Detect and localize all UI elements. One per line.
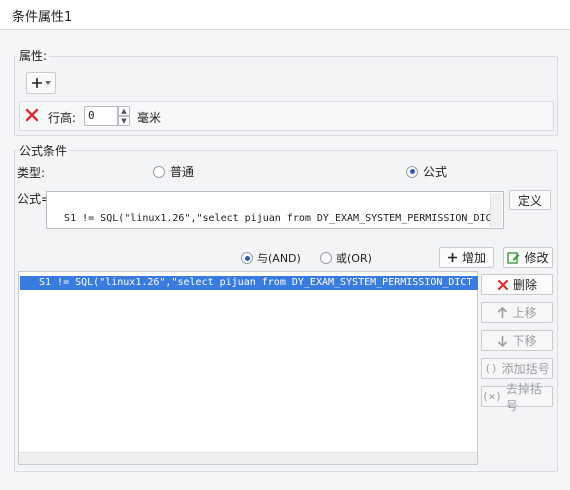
add-bracket-button[interactable]: () 添加括号	[481, 358, 553, 379]
formula-scrollbar[interactable]	[490, 193, 502, 227]
radio-and[interactable]	[241, 252, 253, 264]
move-down-button[interactable]: 下移	[481, 330, 553, 351]
formula-editor[interactable]: S1 != SQL("linux1.26","select pijuan fro…	[46, 191, 504, 229]
plus-icon	[447, 253, 457, 262]
close-icon	[25, 108, 39, 122]
remove-bracket-button[interactable]: (×) 去掉括号	[481, 382, 553, 413]
list-item[interactable]: S1 != SQL("linux1.26","select pijuan fro…	[20, 276, 478, 290]
delete-button[interactable]: 删除	[481, 274, 553, 295]
logic-and-option[interactable]: 与(AND)	[241, 250, 301, 266]
bracket-add-icon: ()	[484, 362, 498, 375]
radio-normal[interactable]	[153, 165, 165, 178]
bracket-remove-icon: (×)	[482, 390, 502, 403]
remove-bracket-label: 去掉括号	[505, 381, 542, 413]
window-title: 条件属性1	[12, 10, 73, 25]
modify-condition-button[interactable]: 修改	[503, 247, 553, 268]
define-button[interactable]: 定义	[509, 190, 551, 210]
row-height-stepper[interactable]: ▲ ▼	[118, 106, 130, 126]
condition-list-scrollbar[interactable]	[19, 452, 477, 464]
stepper-up-icon[interactable]: ▲	[118, 106, 130, 116]
formula-text: S1 != SQL("linux1.26","select pijuan fro…	[64, 213, 498, 224]
attributes-section-label: 属性:	[17, 47, 50, 64]
type-label: 类型:	[17, 166, 46, 180]
logic-or-option[interactable]: 或(OR)	[320, 250, 372, 266]
condition-list[interactable]	[18, 271, 478, 465]
type-option-normal[interactable]: 普通	[153, 163, 194, 180]
arrow-up-icon	[498, 306, 508, 318]
move-down-label: 下移	[512, 334, 537, 348]
logic-and-label: 与(AND)	[257, 252, 301, 265]
remove-attribute-button[interactable]	[24, 107, 40, 123]
add-condition-label: 增加	[461, 251, 486, 265]
modify-condition-label: 修改	[524, 251, 549, 265]
plus-icon	[32, 78, 42, 88]
row-height-label: 行高:	[48, 111, 77, 125]
logic-or-label: 或(OR)	[336, 252, 372, 265]
move-up-label: 上移	[512, 306, 537, 320]
add-bracket-label: 添加括号	[501, 362, 550, 376]
delete-label: 删除	[512, 278, 537, 292]
row-height-input[interactable]: 0	[84, 106, 118, 126]
type-option-formula-label: 公式	[423, 165, 448, 179]
unit-label: 毫米	[137, 111, 162, 125]
type-option-normal-label: 普通	[170, 165, 195, 179]
radio-formula[interactable]	[406, 165, 418, 178]
add-attribute-button[interactable]	[26, 72, 56, 94]
type-option-formula[interactable]: 公式	[406, 163, 447, 180]
chevron-down-icon	[45, 81, 51, 85]
formula-conditions-label: 公式条件	[17, 142, 70, 159]
arrow-down-icon	[498, 335, 508, 347]
title-bar	[0, 0, 570, 30]
edit-icon	[507, 252, 520, 264]
stepper-down-icon[interactable]: ▼	[118, 116, 130, 126]
radio-or[interactable]	[320, 252, 332, 264]
move-up-button[interactable]: 上移	[481, 302, 553, 323]
add-condition-button[interactable]: 增加	[439, 247, 494, 268]
close-icon	[497, 279, 509, 290]
